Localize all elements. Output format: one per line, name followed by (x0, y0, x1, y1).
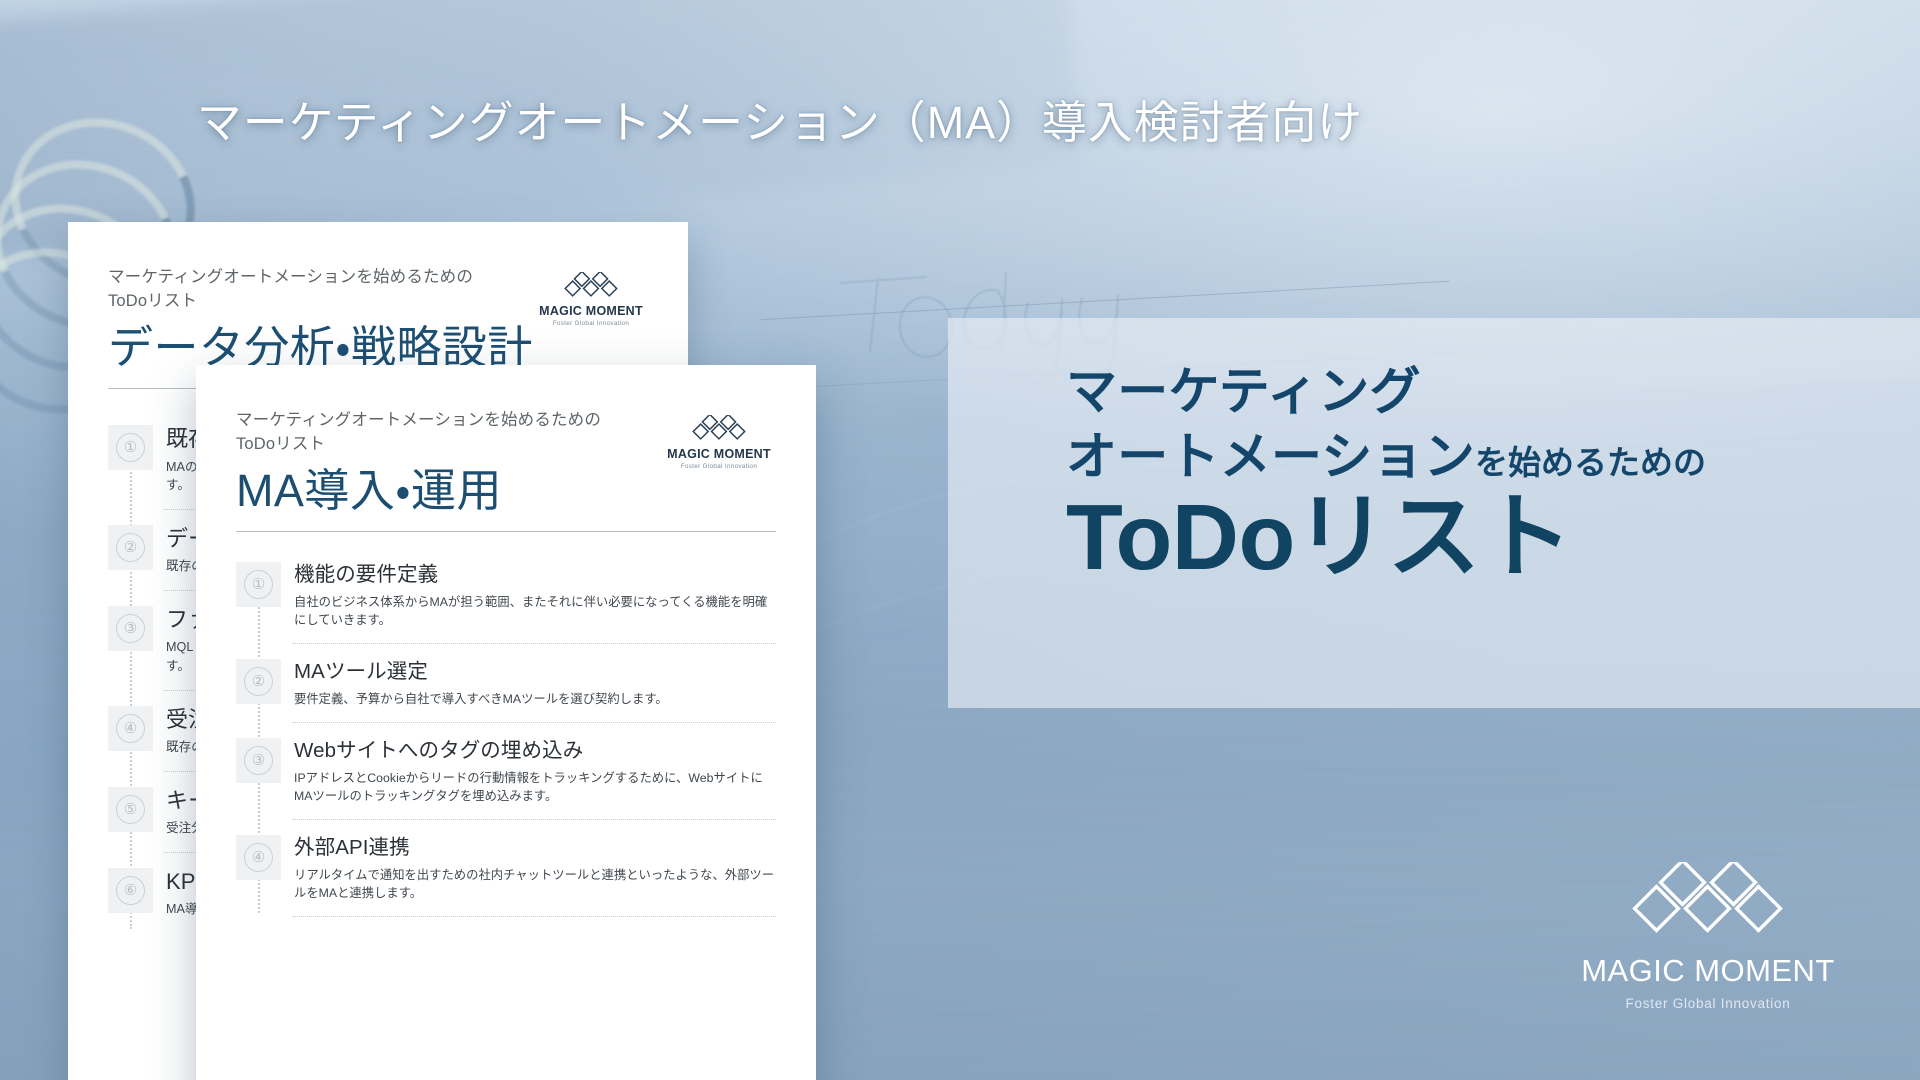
list-item-desc: IPアドレスとCookieからリードの行動情報をトラッキングするために、Webサ… (294, 770, 763, 803)
step-number: ⑥ (116, 875, 145, 905)
step-number: ③ (244, 746, 273, 776)
list-separator (292, 819, 776, 821)
document-card-ma-implementation[interactable]: MAGIC MOMENT Foster Global Innovation マー… (196, 365, 816, 1080)
card-logo: MAGIC MOMENT Foster Global Innovation (660, 415, 778, 470)
list-item-title: Webサイトへのタグの埋め込み (294, 739, 584, 763)
step-number: ① (244, 570, 273, 600)
step-number-badge: ⑤ (108, 786, 153, 832)
step-number: ④ (244, 843, 273, 873)
hero-line-2-main: オートメーション (1066, 428, 1476, 486)
card-eyebrow-line1: マーケティングオートメーションを始めるための (236, 411, 601, 429)
list-separator (292, 916, 776, 918)
list-item-title: MAツール選定 (294, 660, 428, 684)
list-item-desc: 要件定義、予算から自社で導入すべきMAツールを選び契約します。 (294, 692, 668, 706)
hero-line-1: マーケティング (1066, 363, 1421, 420)
card-title: MA導入・運用 (236, 464, 502, 516)
list-item[interactable]: ③ Webサイトへのタグの埋め込み IPアドレスとCookieからリードの行動情… (236, 738, 776, 819)
card-logo-tagline: Foster Global Innovation (552, 320, 630, 327)
card-logo-tagline: Foster Global Innovation (680, 463, 758, 470)
step-number-badge: ③ (236, 738, 281, 784)
list-item[interactable]: ④ 外部API連携 リアルタイムで通知を出すための社内チャットツールと連携といっ… (236, 835, 776, 916)
list-item-title: 機能の要件定義 (294, 563, 439, 587)
list-item[interactable]: ① 機能の要件定義 自社のビジネス体系からMAが担う範囲、またそれに伴い必要にな… (236, 562, 776, 643)
step-number-badge: ② (108, 525, 153, 571)
step-number-badge: ③ (108, 606, 153, 652)
slide-canvas: マーケティングオートメーション（MA）導入検討者向け MAGIC MOMENT … (0, 0, 1920, 1080)
list-separator (292, 643, 776, 645)
step-number-badge: ① (236, 562, 281, 608)
card-eyebrow: マーケティングオートメーションを始めるための ToDoリスト (236, 409, 656, 457)
brand-logo: MAGIC MOMENT Foster Global Innovation (1548, 858, 1868, 1011)
hero-line-2: オートメーションを始めるための (1066, 427, 1906, 486)
hero-line-2-small: を始めるための (1475, 444, 1707, 482)
step-number: ⑤ (116, 794, 145, 824)
list-item-title: 外部API連携 (294, 836, 410, 860)
brand-tagline: Foster Global Innovation (1625, 996, 1791, 1011)
card-eyebrow-line2: ToDoリスト (236, 434, 326, 453)
card-logo-wordmark: MAGIC MOMENT (667, 447, 771, 461)
list-item[interactable]: ② MAツール選定 要件定義、予算から自社で導入すべきMAツールを選び契約します… (236, 659, 776, 722)
step-number-badge: ⑥ (108, 867, 153, 913)
checklist-front: ① 機能の要件定義 自社のビジネス体系からMAが担う範囲、またそれに伴い必要にな… (236, 562, 776, 918)
brand-wordmark: MAGIC MOMENT (1581, 953, 1835, 988)
step-number-badge: ④ (236, 835, 281, 881)
card-logo: MAGIC MOMENT Foster Global Innovation (532, 272, 650, 327)
step-number: ② (116, 533, 145, 563)
card-divider (236, 531, 776, 533)
slide-tagline: マーケティングオートメーション（MA）導入検討者向け (196, 97, 1364, 148)
card-eyebrow: マーケティングオートメーションを始めるための ToDoリスト (108, 266, 528, 314)
step-number: ③ (116, 614, 145, 644)
magic-moment-diamonds-icon (1632, 858, 1783, 933)
hero-text-block: マーケティング オートメーションを始めるための ToDoリスト (1066, 362, 1906, 587)
hero-title: ToDoリスト (1066, 485, 1573, 590)
step-number-badge: ④ (108, 705, 153, 751)
list-item-desc: リアルタイムで通知を出すための社内チャットツールと連携といったような、外部ツール… (294, 867, 775, 900)
list-separator (292, 722, 776, 724)
card-eyebrow-line2: ToDoリスト (108, 291, 198, 310)
step-number-badge: ① (108, 425, 153, 471)
step-number: ② (244, 667, 273, 697)
step-number-badge: ② (236, 659, 281, 705)
step-number: ④ (116, 713, 145, 743)
list-item-desc: 自社のビジネス体系からMAが担う範囲、またそれに伴い必要になってくる機能を明確に… (294, 595, 768, 628)
card-logo-wordmark: MAGIC MOMENT (539, 304, 643, 318)
card-eyebrow-line1: マーケティングオートメーションを始めるための (108, 268, 473, 286)
step-number: ① (116, 433, 145, 463)
